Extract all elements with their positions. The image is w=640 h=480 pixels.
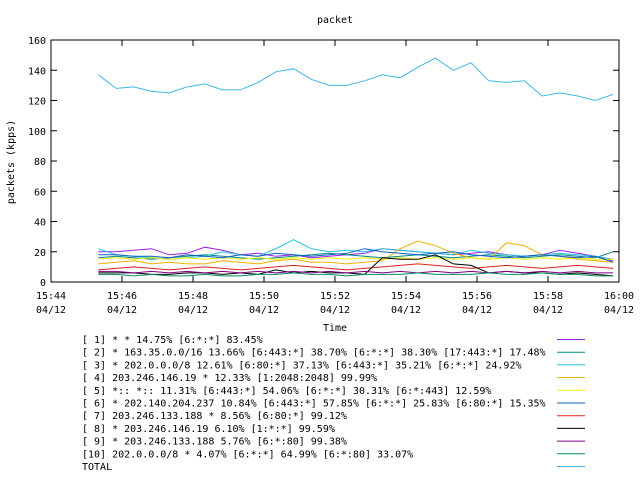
y-tick-label: 140	[28, 66, 46, 77]
x-tick-date-label: 04/12	[391, 305, 421, 316]
axes: 0 20 40 60 80 100 120 140 160 15:44 04/12 15:46 04/1…	[28, 36, 634, 316]
legend-label: [ 4] 203.246.146.19 * 12.33% [1:2048:204…	[82, 373, 377, 384]
plot-frame	[50, 39, 620, 283]
x-tick-date-label: 04/12	[320, 305, 350, 316]
packet-chart: packet packets (kpps) Time 0 20 40 60 80 100 1…	[6, 15, 634, 473]
series-line	[98, 263, 614, 271]
x-tick-date-label: 04/12	[107, 305, 137, 316]
chart-title: packet	[317, 15, 353, 26]
x-tick-time-label: 15:52	[320, 291, 350, 302]
y-tick-label: 80	[34, 157, 46, 168]
x-tick-time-label: 16:00	[604, 291, 634, 302]
y-tick-label: 120	[28, 97, 46, 108]
x-tick-time-label: 15:58	[533, 291, 563, 302]
legend-label: [ 6] * 202.140.204.237 10.84% [6:443:*] …	[82, 399, 546, 410]
x-tick-time-label: 15:56	[462, 291, 492, 302]
legend-label: TOTAL	[82, 462, 112, 473]
legend: [ 1] * * 14.75% [6:*:*] 83.45% [ 2] * 163…	[82, 335, 585, 473]
x-tick-date-label: 04/12	[249, 305, 279, 316]
x-axis-label: Time	[323, 323, 347, 334]
x-tick-time-label: 15:46	[107, 291, 137, 302]
series-line	[98, 257, 614, 260]
x-tick-time-label: 15:50	[249, 291, 279, 302]
y-tick-label: 160	[28, 36, 46, 47]
x-tick-time-label: 15:54	[391, 291, 421, 302]
y-tick-label: 40	[34, 218, 46, 229]
y-tick-label: 100	[28, 127, 46, 138]
legend-label: [ 5] *:: *:: 11.31% [6:443:*] 54.06% [6:…	[82, 386, 491, 397]
y-tick-label: 20	[34, 248, 46, 259]
series-line	[98, 240, 614, 265]
y-tick-label: 0	[40, 278, 46, 289]
legend-label: [ 7] 203.246.133.188 * 8.56% [6:80:*] 99…	[82, 411, 347, 422]
x-tick-date-label: 04/12	[462, 305, 492, 316]
x-tick-date-label: 04/12	[178, 305, 208, 316]
series-lines	[97, 57, 614, 277]
y-tick-label: 60	[34, 187, 46, 198]
series-line	[97, 57, 614, 102]
legend-label: [ 9] * 203.246.133.188 5.76% [6:*:80] 99…	[82, 437, 347, 448]
x-tick-time-label: 15:48	[178, 291, 208, 302]
x-tick-date-label: 04/12	[36, 305, 66, 316]
x-tick-time-label: 15:44	[36, 291, 66, 302]
legend-label: [ 1] * * 14.75% [6:*:*] 83.45%	[82, 335, 263, 346]
legend-label: [10] 202.0.0.0/8 * 4.07% [6:*:*] 64.99% …	[82, 449, 413, 460]
x-tick-date-label: 04/12	[604, 305, 634, 316]
legend-label: [ 3] * 202.0.0.0/8 12.61% [6:80:*] 37.13…	[82, 360, 522, 371]
legend-label: [ 2] * 163.35.0.0/16 13.66% [6:443:*] 38…	[82, 348, 546, 359]
y-axis-label: packets (kpps)	[6, 120, 17, 204]
x-tick-date-label: 04/12	[533, 305, 563, 316]
legend-label: [ 8] * 203.246.146.19 6.10% [1:*:*] 99.5…	[82, 424, 335, 435]
